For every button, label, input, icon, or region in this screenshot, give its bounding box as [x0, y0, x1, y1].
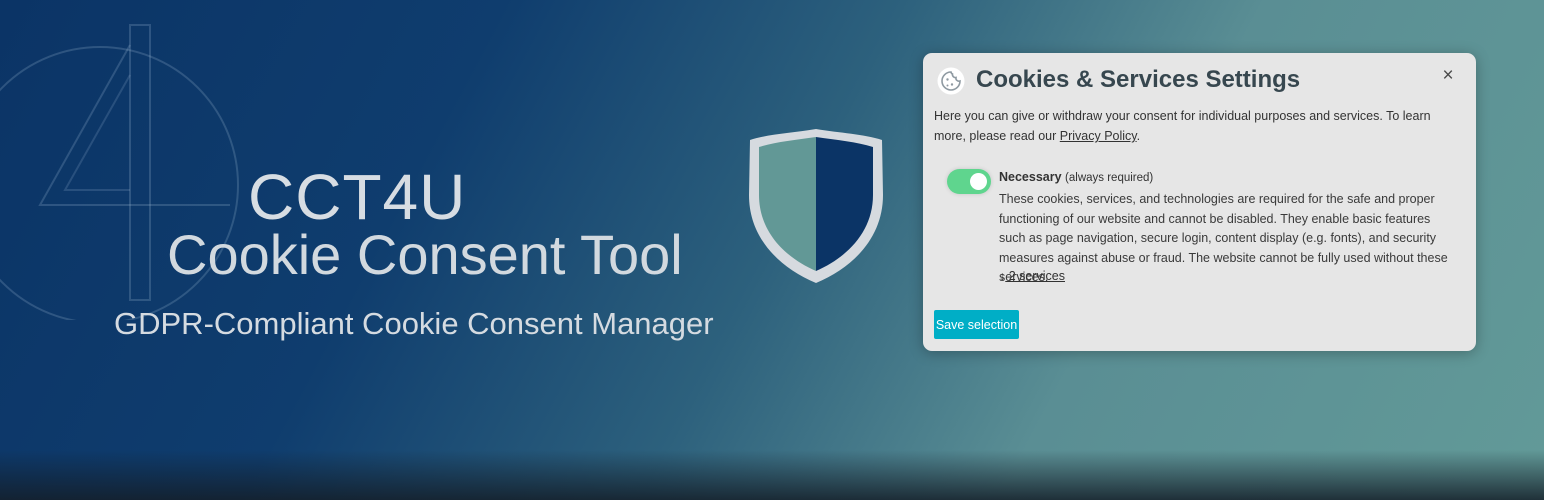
- purpose-name: Necessary: [999, 170, 1062, 184]
- purpose-heading: Necessary (always required): [999, 170, 1153, 184]
- hero-subtitle: Cookie Consent Tool: [167, 223, 683, 286]
- privacy-policy-link[interactable]: Privacy Policy: [1060, 129, 1137, 143]
- dialog-title: Cookies & Services Settings: [976, 66, 1301, 93]
- intro-end: .: [1136, 129, 1141, 143]
- cookie-settings-dialog: Cookies & Services Settings × Here you c…: [923, 53, 1476, 351]
- toggle-knob: [970, 173, 987, 190]
- services-toggle-link[interactable]: ↓ 2 services: [999, 269, 1065, 283]
- shield-graphic: [749, 129, 883, 283]
- shield-icon: [744, 125, 888, 287]
- close-icon[interactable]: ×: [1439, 66, 1457, 85]
- cookie-icon: [937, 67, 965, 95]
- save-selection-button[interactable]: Save selection: [934, 310, 1019, 339]
- hero-tagline: GDPR-Compliant Cookie Consent Manager: [114, 306, 714, 341]
- dialog-intro: Here you can give or withdraw your conse…: [934, 106, 1464, 146]
- intro-text: Here you can give or withdraw your conse…: [934, 109, 1431, 143]
- purpose-description: These cookies, services, and technologie…: [999, 192, 1448, 284]
- purpose-required-note: (always required): [1065, 172, 1154, 184]
- bottom-shade: [0, 450, 1544, 500]
- services-label: 2 services: [1005, 269, 1065, 283]
- necessary-toggle[interactable]: [947, 169, 991, 194]
